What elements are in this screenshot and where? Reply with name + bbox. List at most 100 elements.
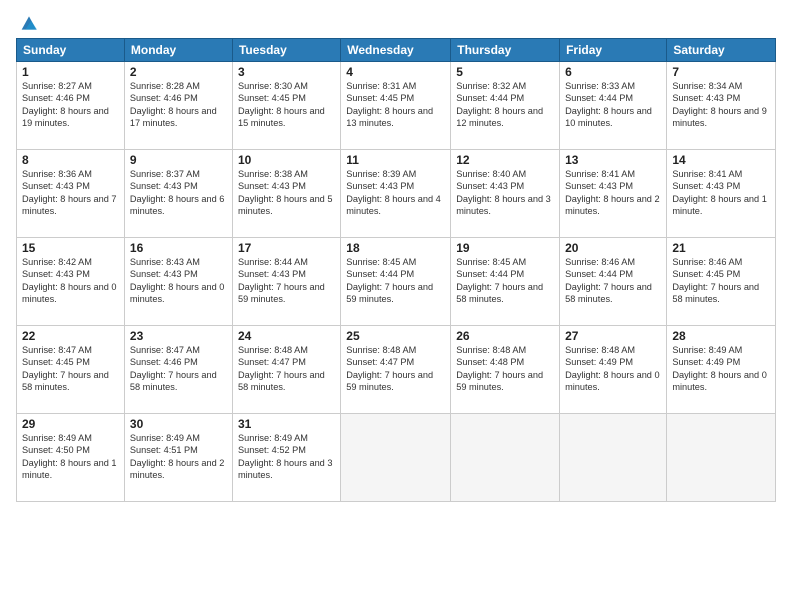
calendar-day-19: 19Sunrise: 8:45 AMSunset: 4:44 PMDayligh… [451,238,560,326]
sunset-text: Sunset: 4:47 PM [238,357,306,367]
sunrise-text: Sunrise: 8:32 AM [456,81,526,91]
sunset-text: Sunset: 4:52 PM [238,445,306,455]
sunset-text: Sunset: 4:45 PM [238,93,306,103]
calendar-week-3: 15Sunrise: 8:42 AMSunset: 4:43 PMDayligh… [17,238,776,326]
calendar-day-31: 31Sunrise: 8:49 AMSunset: 4:52 PMDayligh… [232,414,340,502]
day-number: 21 [672,241,770,255]
sunrise-text: Sunrise: 8:43 AM [130,257,200,267]
calendar-day-27: 27Sunrise: 8:48 AMSunset: 4:49 PMDayligh… [560,326,667,414]
daylight-text: Daylight: 8 hours and 6 minutes. [130,194,225,216]
sunset-text: Sunset: 4:43 PM [672,181,740,191]
weekday-header-monday: Monday [124,39,232,62]
calendar-day-12: 12Sunrise: 8:40 AMSunset: 4:43 PMDayligh… [451,150,560,238]
sunrise-text: Sunrise: 8:28 AM [130,81,200,91]
sunset-text: Sunset: 4:43 PM [565,181,633,191]
calendar-day-14: 14 Sunrise: 8:41 AM Sunset: 4:43 PM Dayligh… [667,150,776,238]
day-number: 9 [130,153,227,167]
day-number: 22 [22,329,119,343]
empty-cell [560,414,667,502]
calendar-week-4: 22 Sunrise: 8:47 AM Sunset: 4:45 PM Dayligh… [17,326,776,414]
day-info: Sunrise: 8:45 AMSunset: 4:44 PMDaylight:… [456,256,554,306]
sunrise-text: Sunrise: 8:41 AM [672,169,742,179]
sunrise-text: Sunrise: 8:30 AM [238,81,308,91]
sunset-text: Sunset: 4:46 PM [130,357,198,367]
daylight-text: Daylight: 7 hours and 59 minutes. [238,282,325,304]
day-info: Sunrise: 8:31 AMSunset: 4:45 PMDaylight:… [346,80,445,130]
daylight-text: Daylight: 8 hours and 0 minutes. [130,282,225,304]
sunrise-text: Sunrise: 8:46 AM [672,257,742,267]
daylight-text: Daylight: 8 hours and 1 minute. [22,458,117,480]
calendar-day-8: 8Sunrise: 8:36 AMSunset: 4:43 PMDaylight… [17,150,125,238]
sunrise-text: Sunrise: 8:49 AM [130,433,200,443]
calendar-day-21: 21Sunrise: 8:46 AMSunset: 4:45 PMDayligh… [667,238,776,326]
day-number: 10 [238,153,335,167]
daylight-text: Daylight: 8 hours and 3 minutes. [238,458,333,480]
day-number: 4 [346,65,445,79]
sunrise-text: Sunrise: 8:47 AM [130,345,200,355]
sunrise-text: Sunrise: 8:38 AM [238,169,308,179]
day-number: 2 [130,65,227,79]
sunset-text: Sunset: 4:44 PM [456,269,524,279]
calendar-day-10: 10Sunrise: 8:38 AMSunset: 4:43 PMDayligh… [232,150,340,238]
sunset-text: Sunset: 4:49 PM [565,357,633,367]
sunset-text: Sunset: 4:51 PM [130,445,198,455]
day-number: 18 [346,241,445,255]
day-info: Sunrise: 8:41 AMSunset: 4:43 PMDaylight:… [565,168,661,218]
calendar-day-11: 11Sunrise: 8:39 AMSunset: 4:43 PMDayligh… [341,150,451,238]
calendar-day-26: 26Sunrise: 8:48 AMSunset: 4:48 PMDayligh… [451,326,560,414]
calendar-day-22: 22Sunrise: 8:47 AMSunset: 4:45 PMDayligh… [17,326,125,414]
day-info: Sunrise: 8:42 AMSunset: 4:43 PMDaylight:… [22,256,119,306]
day-info: Sunrise: 8:44 AM Sunset: 4:43 PM Daylight:… [238,256,335,306]
sunset-text: Sunset: 4:43 PM [238,269,306,279]
daylight-text: Daylight: 8 hours and 4 minutes. [346,194,441,216]
calendar-day-7: 7Sunrise: 8:34 AMSunset: 4:43 PMDaylight… [667,62,776,150]
daylight-text: Daylight: 8 hours and 1 minute. [672,194,767,216]
daylight-text: Daylight: 8 hours and 7 minutes. [22,194,117,216]
day-number: 23 [130,329,227,343]
sunrise-text: Sunrise: 8:48 AM [565,345,635,355]
sunset-text: Sunset: 4:47 PM [346,357,414,367]
day-info: Sunrise: 8:49 AMSunset: 4:52 PMDaylight:… [238,432,335,482]
weekday-header-friday: Friday [560,39,667,62]
day-number: 19 [456,241,554,255]
logo-text [16,12,40,34]
day-number: 6 [565,65,661,79]
daylight-text: Daylight: 8 hours and 13 minutes. [346,106,433,128]
daylight-text: Daylight: 8 hours and 0 minutes. [22,282,117,304]
day-info: Sunrise: 8:49 AMSunset: 4:50 PMDaylight:… [22,432,119,482]
daylight-text: Daylight: 7 hours and 58 minutes. [565,282,652,304]
empty-cell [341,414,451,502]
weekday-header-sunday: Sunday [17,39,125,62]
sunset-text: Sunset: 4:45 PM [672,269,740,279]
calendar-day-18: 18Sunrise: 8:45 AMSunset: 4:44 PMDayligh… [341,238,451,326]
calendar-day-2: 2Sunrise: 8:28 AMSunset: 4:46 PMDaylight… [124,62,232,150]
sunrise-text: Sunrise: 8:27 AM [22,81,92,91]
day-info: Sunrise: 8:39 AMSunset: 4:43 PMDaylight:… [346,168,445,218]
sunrise-text: Sunrise: 8:48 AM [456,345,526,355]
calendar-day-29: 29Sunrise: 8:49 AMSunset: 4:50 PMDayligh… [17,414,125,502]
daylight-text: Daylight: 8 hours and 3 minutes. [456,194,551,216]
daylight-text: Daylight: 8 hours and 0 minutes. [565,370,660,392]
sunrise-text: Sunrise: 8:49 AM [22,433,92,443]
daylight-text: Daylight: 7 hours and 58 minutes. [456,282,543,304]
day-number: 13 [565,153,661,167]
day-number: 14 [672,153,770,167]
sunset-text: Sunset: 4:49 PM [672,357,740,367]
sunset-text: Sunset: 4:45 PM [22,357,90,367]
sunrise-text: Sunrise: 8:33 AM [565,81,635,91]
day-info: Sunrise: 8:36 AMSunset: 4:43 PMDaylight:… [22,168,119,218]
day-number: 12 [456,153,554,167]
sunrise-text: Sunrise: 8:34 AM [672,81,742,91]
sunset-text: Sunset: 4:48 PM [456,357,524,367]
day-info: Sunrise: 8:48 AM Sunset: 4:49 PM Daylight:… [565,344,661,394]
day-info: Sunrise: 8:47 AMSunset: 4:46 PMDaylight:… [130,344,227,394]
sunrise-text: Sunrise: 8:44 AM [238,257,308,267]
calendar-day-30: 30Sunrise: 8:49 AMSunset: 4:51 PMDayligh… [124,414,232,502]
day-number: 3 [238,65,335,79]
day-info: Sunrise: 8:49 AMSunset: 4:49 PMDaylight:… [672,344,770,394]
sunrise-text: Sunrise: 8:45 AM [346,257,416,267]
day-number: 30 [130,417,227,431]
day-number: 31 [238,417,335,431]
daylight-text: Daylight: 8 hours and 0 minutes. [672,370,767,392]
sunset-text: Sunset: 4:43 PM [456,181,524,191]
